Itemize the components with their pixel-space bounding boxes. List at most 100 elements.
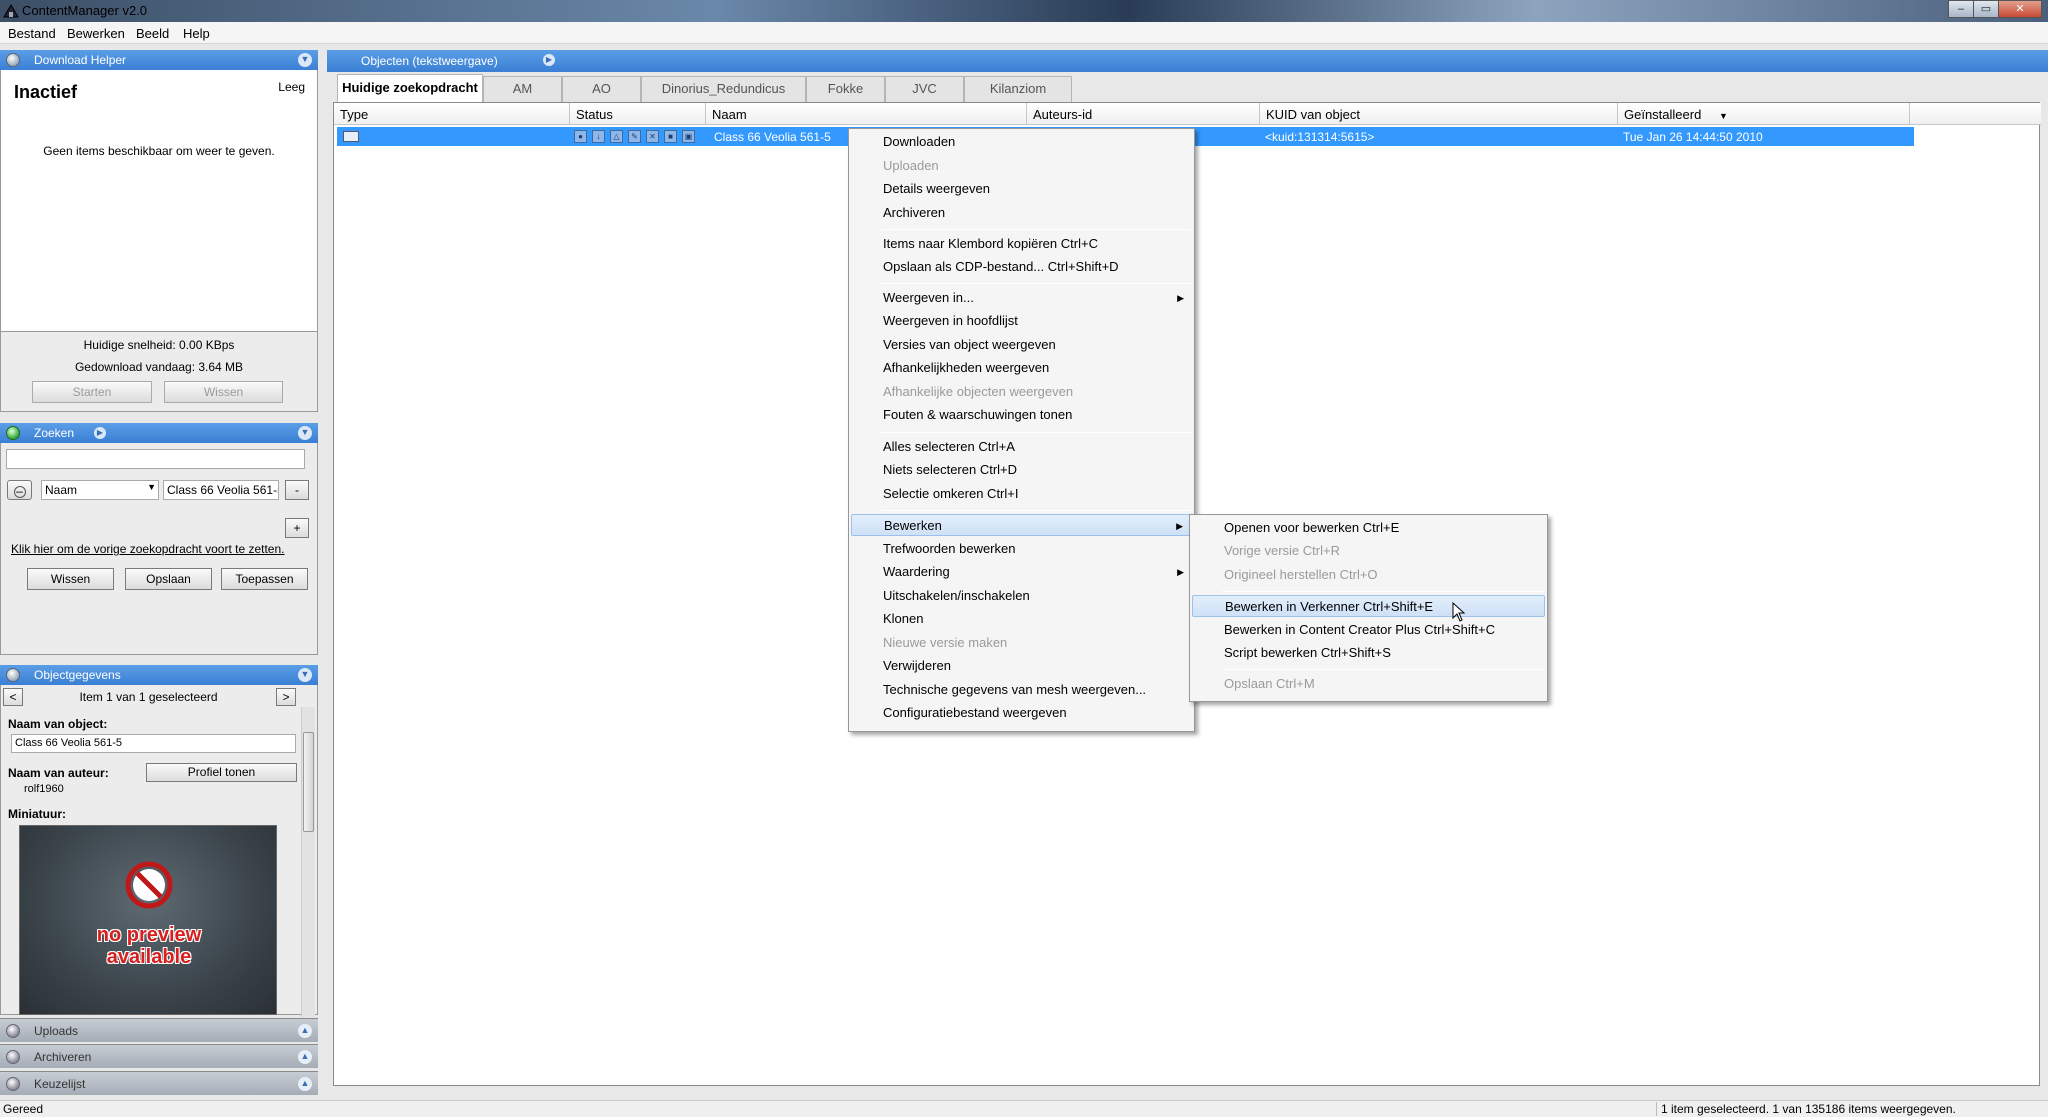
details-scrollbar[interactable]: [301, 707, 315, 1017]
menu-item-show-main-list[interactable]: Weergeven in hoofdlijst: [851, 310, 1018, 332]
search-header[interactable]: Zoeken ▶ ▼: [0, 423, 318, 443]
menu-bestand[interactable]: Bestand: [8, 26, 56, 41]
minus-circle-icon: –: [13, 485, 26, 498]
chevron-down-icon[interactable]: ▼: [298, 668, 312, 682]
search-clear-button[interactable]: Wissen: [27, 568, 114, 590]
clear-downloads-button[interactable]: Wissen: [164, 381, 283, 403]
column-type[interactable]: Type: [334, 103, 570, 125]
submenu-arrow-icon: ▶: [1177, 567, 1184, 577]
tab-kilanziom[interactable]: Kilanziom: [964, 76, 1072, 102]
picklist-header[interactable]: Keuzelijst ▲: [0, 1071, 318, 1095]
tab-jvc[interactable]: JVC: [885, 76, 964, 102]
continue-search-link[interactable]: Klik hier om de vorige zoekopdracht voor…: [11, 542, 284, 556]
menu-item-clone[interactable]: Klonen: [851, 608, 923, 630]
empty-message: Geen items beschikbaar om weer te geven.: [43, 144, 275, 158]
submenu-edit-in-explorer[interactable]: Bewerken in Verkenner Ctrl+Shift+E: [1192, 595, 1545, 617]
menu-item-edit[interactable]: Bewerken ▶: [851, 514, 1192, 536]
submenu-previous-version[interactable]: Vorige versie Ctrl+R: [1192, 540, 1340, 562]
menu-item-select-none[interactable]: Niets selecteren Ctrl+D: [851, 459, 1017, 481]
submenu-edit-in-ccp[interactable]: Bewerken in Content Creator Plus Ctrl+Sh…: [1192, 619, 1495, 641]
submenu-open-for-edit[interactable]: Openen voor bewerken Ctrl+E: [1192, 517, 1399, 539]
tab-current-search[interactable]: Huidige zoekopdracht: [337, 74, 483, 102]
menu-item-upload[interactable]: Uploaden: [851, 155, 939, 177]
menu-item-archive[interactable]: Archiveren: [851, 202, 945, 224]
menu-item-toggle-enable[interactable]: Uitschakelen/inschakelen: [851, 585, 1030, 607]
menu-item-dependents[interactable]: Afhankelijke objecten weergeven: [851, 381, 1073, 403]
menu-item-mesh-details[interactable]: Technische gegevens van mesh weergeven..…: [851, 679, 1146, 701]
column-status[interactable]: Status: [570, 103, 706, 125]
menu-item-delete[interactable]: Verwijderen: [851, 655, 951, 677]
title-bar: ContentManager v2.0 – ▭ ✕: [0, 0, 2048, 22]
menu-item-new-version[interactable]: Nieuwe versie maken: [851, 632, 1007, 654]
tab-dinorius[interactable]: Dinorius_Redundicus: [641, 76, 806, 102]
column-installed[interactable]: Geïnstalleerd ▼: [1618, 103, 1910, 125]
chevron-down-icon[interactable]: ▼: [298, 53, 312, 67]
menu-item-details[interactable]: Details weergeven: [851, 178, 990, 200]
chevron-up-icon[interactable]: ▲: [298, 1077, 312, 1091]
search-value-input[interactable]: Class 66 Veolia 561-5: [163, 480, 279, 500]
archive-header[interactable]: Archiveren ▲: [0, 1044, 318, 1068]
submenu-edit-script[interactable]: Script bewerken Ctrl+Shift+S: [1192, 642, 1391, 664]
clear-link[interactable]: Leeg: [278, 80, 305, 94]
uploads-header[interactable]: Uploads ▲: [0, 1018, 318, 1042]
panel-toggle-icon: [6, 668, 20, 682]
thumbnail-image: no preview available: [19, 825, 277, 1015]
menu-item-save-cdp[interactable]: Opslaan als CDP-bestand... Ctrl+Shift+D: [851, 256, 1119, 278]
maximize-button[interactable]: ▭: [1973, 0, 1999, 18]
menu-item-rating[interactable]: Waardering ▶: [851, 561, 1192, 583]
thumbnail-label: Miniatuur:: [8, 807, 66, 821]
column-author-id[interactable]: Auteurs-id: [1027, 103, 1260, 125]
menu-item-dependencies[interactable]: Afhankelijkheden weergeven: [851, 357, 1049, 379]
menu-beeld[interactable]: Beeld: [136, 26, 169, 41]
submenu-restore-original[interactable]: Origineel herstellen Ctrl+O: [1192, 564, 1378, 586]
search-query-input[interactable]: [6, 449, 305, 469]
arrow-right-icon[interactable]: ▶: [94, 427, 106, 439]
menu-item-config-file[interactable]: Configuratiebestand weergeven: [851, 702, 1067, 724]
status-icon-tools: ✕: [646, 130, 659, 143]
row-installed: Tue Jan 26 14:44:50 2010: [1623, 130, 1763, 144]
object-details-title: Objectgegevens: [34, 668, 121, 682]
menu-item-errors[interactable]: Fouten & waarschuwingen tonen: [851, 404, 1072, 426]
download-helper-header[interactable]: Download Helper ▼: [0, 50, 318, 70]
search-save-button[interactable]: Opslaan: [125, 568, 212, 590]
minimize-button[interactable]: –: [1948, 0, 1974, 18]
next-item-button[interactable]: >: [276, 688, 296, 706]
column-name[interactable]: Naam: [706, 103, 1027, 125]
menu-item-edit-keywords[interactable]: Trefwoorden bewerken: [851, 538, 1015, 560]
item-counter: Item 1 van 1 geselecteerd: [79, 690, 218, 704]
chevron-up-icon[interactable]: ▲: [298, 1024, 312, 1038]
objects-header: Objecten (tekstweergave) ▶: [327, 50, 2048, 72]
tab-fokke[interactable]: Fokke: [806, 76, 885, 102]
menu-separator: [881, 510, 1191, 511]
author-label: Naam van auteur:: [8, 766, 109, 780]
object-name-label: Naam van object:: [8, 717, 108, 731]
remove-filter-button[interactable]: –: [7, 480, 32, 500]
menu-item-download[interactable]: Downloaden: [851, 131, 955, 153]
object-details-header[interactable]: Objectgegevens ▼: [0, 665, 318, 685]
menu-item-show-in[interactable]: Weergeven in... ▶: [851, 287, 1192, 309]
search-field-select[interactable]: Naam ▼: [41, 480, 159, 500]
start-button[interactable]: Starten: [32, 381, 152, 403]
menu-item-invert-selection[interactable]: Selectie omkeren Ctrl+I: [851, 483, 1018, 505]
tab-am[interactable]: AM: [483, 76, 562, 102]
close-button[interactable]: ✕: [1998, 0, 2042, 18]
status-icon-download: ↓: [592, 130, 605, 143]
column-kuid[interactable]: KUID van object: [1260, 103, 1618, 125]
menu-item-copy[interactable]: Items naar Klembord kopiëren Ctrl+C: [851, 233, 1098, 255]
arrow-right-icon[interactable]: ▶: [543, 54, 555, 66]
menu-item-versions[interactable]: Versies van object weergeven: [851, 334, 1056, 356]
submenu-save[interactable]: Opslaan Ctrl+M: [1192, 673, 1315, 695]
scrollbar-thumb[interactable]: [303, 732, 314, 832]
show-profile-button[interactable]: Profiel tonen: [146, 763, 297, 782]
menu-bewerken[interactable]: Bewerken: [67, 26, 125, 41]
search-apply-button[interactable]: Toepassen: [221, 568, 308, 590]
object-name-field[interactable]: Class 66 Veolia 561-5: [11, 734, 296, 753]
menu-help[interactable]: Help: [183, 26, 210, 41]
chevron-up-icon[interactable]: ▲: [298, 1050, 312, 1064]
tab-ao[interactable]: AO: [562, 76, 641, 102]
menu-item-select-all[interactable]: Alles selecteren Ctrl+A: [851, 436, 1015, 458]
no-preview-line1: no preview: [96, 924, 202, 946]
remove-condition-button[interactable]: -: [285, 480, 309, 500]
chevron-down-icon[interactable]: ▼: [298, 426, 312, 440]
add-condition-button[interactable]: +: [285, 518, 309, 538]
